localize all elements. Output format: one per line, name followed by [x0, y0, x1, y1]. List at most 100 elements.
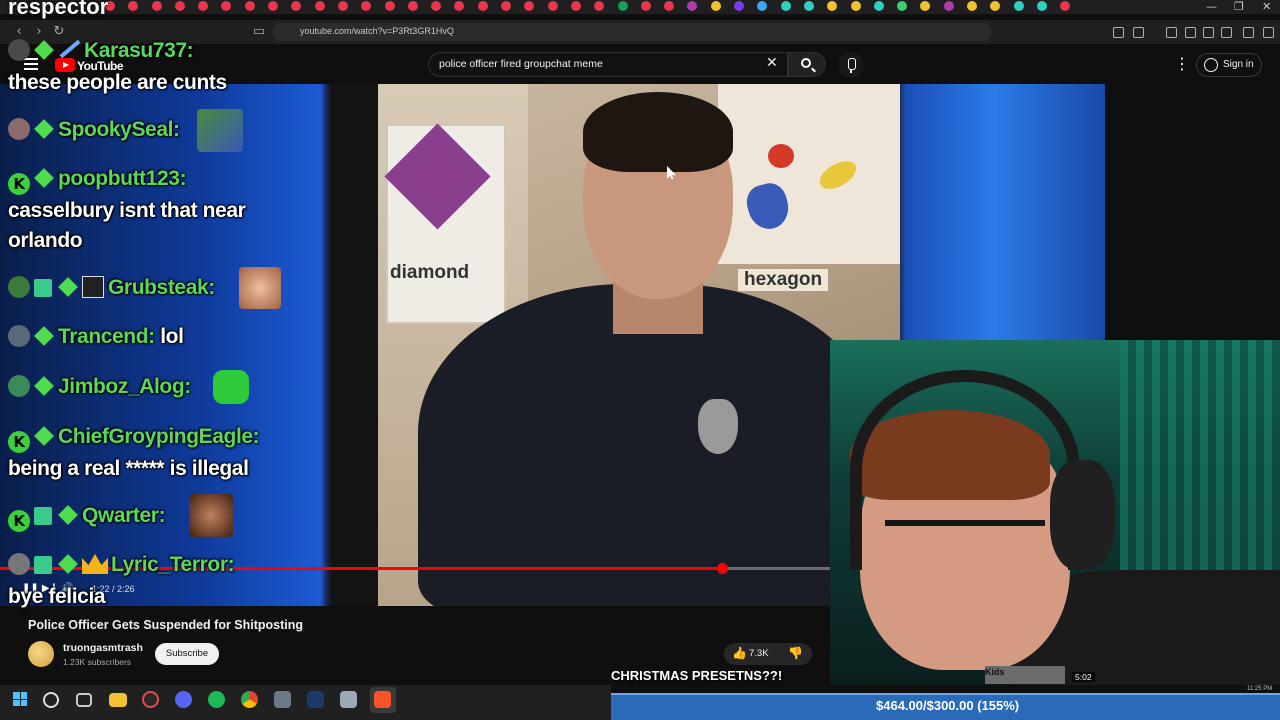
brave-icon[interactable] — [374, 691, 391, 708]
tab-favicon-icon[interactable] — [477, 1, 488, 11]
tab-favicon-icon[interactable] — [1036, 1, 1047, 11]
tab-favicon-icon[interactable] — [244, 1, 255, 11]
tab-favicon-icon[interactable] — [827, 1, 838, 11]
channel-name[interactable]: truongasmtrash — [63, 642, 143, 654]
forward-icon[interactable]: › — [30, 23, 48, 41]
extension-icon[interactable] — [1113, 27, 1124, 38]
shield-icon[interactable] — [1243, 27, 1254, 38]
headset — [850, 370, 1080, 570]
tab-favicon-icon[interactable] — [384, 1, 395, 11]
media-icon[interactable] — [1166, 27, 1177, 38]
search-button[interactable] — [788, 52, 826, 77]
spotify-icon[interactable] — [208, 691, 225, 708]
like-icon[interactable]: 👍 — [732, 646, 747, 660]
channel-avatar[interactable] — [28, 641, 54, 667]
address-bar: ‹ › ↻ ▭ — [0, 20, 1280, 44]
obs-icon[interactable] — [142, 691, 159, 708]
url-text[interactable]: youtube.com/watch?v=P3Rt3GR1HvQ — [300, 26, 454, 36]
tab-favicon-icon[interactable] — [337, 1, 348, 11]
youtube-logo-text[interactable]: YouTube — [77, 59, 124, 73]
reload-icon[interactable]: ↻ — [50, 23, 68, 41]
tab-favicon-icon[interactable] — [710, 1, 721, 11]
menu-icon[interactable] — [1263, 27, 1274, 38]
tab-favicon-icon[interactable] — [151, 1, 162, 11]
tab-favicon-icon[interactable] — [431, 1, 442, 11]
tab-favicon-icon[interactable] — [990, 1, 1001, 11]
tab-favicon-icon[interactable] — [1060, 1, 1071, 11]
video-frame[interactable]: diamond hexagon — [378, 84, 900, 606]
tab-favicon-icon[interactable] — [734, 1, 745, 11]
extension-icon[interactable] — [1133, 27, 1144, 38]
screen: — ❐ ✕ ‹ › ↻ ▭ youtube.com/watch?v=P3Rt3G… — [0, 0, 1280, 720]
back-icon[interactable]: ‹ — [10, 23, 28, 41]
tab-favicon-icon[interactable] — [268, 1, 279, 11]
tab-favicon-icon[interactable] — [221, 1, 232, 11]
tab-favicon-icon[interactable] — [1013, 1, 1024, 11]
tab-favicon-icon[interactable] — [664, 1, 675, 11]
tab-favicon-icon[interactable] — [524, 1, 535, 11]
video-title: Police Officer Gets Suspended for Shitpo… — [28, 618, 304, 632]
tab-favicon-icon[interactable] — [407, 1, 418, 11]
progress-fill — [0, 567, 723, 570]
pause-icon[interactable]: ❚❚ ▶❙ 🔊 — [22, 583, 74, 594]
tab-favicon-icon[interactable] — [873, 1, 884, 11]
sign-in-label: Sign in — [1223, 59, 1254, 70]
tab-favicon-icon[interactable] — [454, 1, 465, 11]
settings-kebab-icon[interactable]: ⋮ — [1174, 56, 1190, 72]
progress-bar[interactable] — [0, 563, 830, 574]
tab-favicon-icon[interactable] — [780, 1, 791, 11]
discord-icon[interactable] — [175, 691, 192, 708]
search-input-value[interactable]: police officer fired groupchat meme — [439, 58, 603, 70]
search-taskbar-icon[interactable] — [43, 692, 59, 708]
app-icon[interactable] — [340, 691, 357, 708]
tab-favicon-icon[interactable] — [850, 1, 861, 11]
youtube-logo-icon[interactable] — [55, 58, 75, 72]
tab-favicon-icon[interactable] — [547, 1, 558, 11]
tab-favicon-icon[interactable] — [943, 1, 954, 11]
minimize-button[interactable]: — — [1206, 0, 1217, 14]
subscribe-button[interactable]: Subscribe — [155, 643, 219, 665]
tab-favicon-icon[interactable] — [174, 1, 185, 11]
tab-favicon-icon[interactable] — [314, 1, 325, 11]
tab-favicon-icon[interactable] — [803, 1, 814, 11]
chrome-icon[interactable] — [241, 691, 258, 708]
tab-favicon-icon[interactable] — [291, 1, 302, 11]
poster — [718, 84, 900, 264]
tab-favicon-icon[interactable] — [897, 1, 908, 11]
tab-favicon-icon[interactable] — [640, 1, 651, 11]
tab-favicon-icon[interactable] — [361, 1, 372, 11]
like-count[interactable]: 7.3K — [749, 648, 769, 659]
streamer-webcam — [830, 340, 1280, 685]
vpn-icon[interactable] — [1221, 27, 1232, 38]
subscriber-count: 1.23K subscribers — [63, 657, 132, 667]
kids-label: Kids — [985, 667, 1005, 677]
tab-favicon-icon[interactable] — [198, 1, 209, 11]
bookmark-icon[interactable]: ▭ — [250, 23, 268, 41]
clear-search-icon[interactable]: ✕ — [766, 56, 778, 70]
tab-favicons[interactable] — [105, 1, 1083, 13]
maximize-button[interactable]: ❐ — [1234, 0, 1244, 14]
tab-favicon-icon[interactable] — [966, 1, 977, 11]
steam-icon[interactable] — [307, 691, 324, 708]
app-icon[interactable] — [274, 691, 291, 708]
wallet-icon[interactable] — [1203, 27, 1214, 38]
tab-favicon-icon[interactable] — [617, 1, 628, 11]
tab-favicon-icon[interactable] — [594, 1, 605, 11]
sign-in-button[interactable]: Sign in — [1196, 53, 1262, 77]
close-window-button[interactable]: ✕ — [1262, 0, 1271, 14]
tab-favicon-icon[interactable] — [501, 1, 512, 11]
tab-favicon-icon[interactable] — [757, 1, 768, 11]
file-explorer-icon[interactable] — [109, 693, 127, 707]
voice-search-icon[interactable] — [838, 52, 864, 78]
hamburger-menu-icon[interactable] — [24, 58, 38, 70]
tab-favicon-icon[interactable] — [920, 1, 931, 11]
task-view-icon[interactable] — [76, 693, 92, 707]
sidebar-icon[interactable] — [1185, 27, 1196, 38]
tab-favicon-icon[interactable] — [570, 1, 581, 11]
tab-favicon-icon[interactable] — [128, 1, 139, 11]
tab-favicon-icon[interactable] — [105, 1, 115, 11]
hexagon-label: hexagon — [738, 269, 829, 291]
dislike-icon[interactable]: 👎 — [788, 646, 803, 660]
tab-favicon-icon[interactable] — [687, 1, 698, 11]
windows-start-icon[interactable] — [13, 692, 27, 706]
